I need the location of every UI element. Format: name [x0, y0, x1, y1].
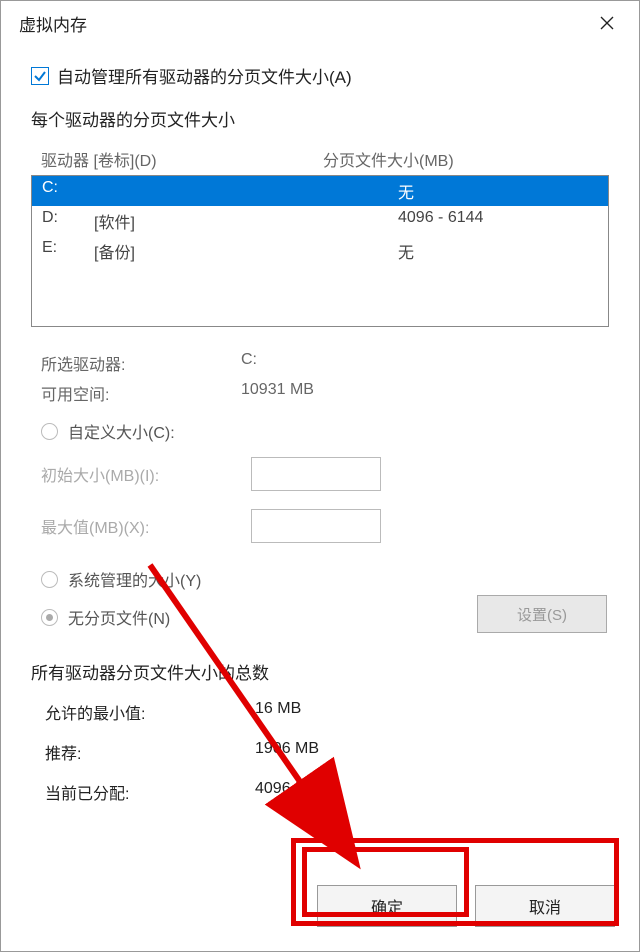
drive-list-header: 驱动器 [卷标](D) 分页文件大小(MB) — [23, 141, 617, 175]
radio-icon — [41, 423, 58, 440]
free-space-row: 可用空间: 10931 MB — [41, 381, 617, 405]
titlebar: 虚拟内存 — [1, 1, 639, 45]
currently-allocated-row: 当前已分配: 4096 MB — [45, 780, 617, 804]
dialog-footer: 确定 取消 — [1, 861, 639, 951]
max-size-input[interactable] — [251, 509, 381, 543]
system-managed-radio[interactable]: 系统管理的大小(Y) — [41, 567, 617, 591]
initial-size-input[interactable] — [251, 457, 381, 491]
radio-icon — [41, 609, 58, 626]
virtual-memory-dialog: 虚拟内存 自动管理所有驱动器的分页文件大小(A) 每个驱动器的分页文件大小 驱动… — [0, 0, 640, 952]
radio-icon — [41, 571, 58, 588]
drive-row-d[interactable]: D: [软件] 4096 - 6144 — [32, 206, 608, 236]
ok-button[interactable]: 确定 — [317, 885, 457, 927]
drive-row-c[interactable]: C: 无 — [32, 176, 608, 206]
totals-title: 所有驱动器分页文件大小的总数 — [31, 659, 617, 684]
auto-manage-checkbox[interactable]: 自动管理所有驱动器的分页文件大小(A) — [31, 63, 617, 88]
recommended-row: 推荐: 1906 MB — [45, 740, 617, 764]
cancel-button[interactable]: 取消 — [475, 885, 615, 927]
header-drive: 驱动器 [卷标](D) — [41, 147, 323, 171]
window-title: 虚拟内存 — [19, 11, 87, 36]
close-button[interactable] — [587, 7, 627, 39]
max-size-row: 最大值(MB)(X): — [41, 509, 617, 543]
min-allowed-row: 允许的最小值: 16 MB — [45, 700, 617, 724]
header-page: 分页文件大小(MB) — [323, 147, 605, 171]
close-icon — [600, 16, 614, 30]
auto-manage-label: 自动管理所有驱动器的分页文件大小(A) — [57, 63, 352, 88]
content-area: 自动管理所有驱动器的分页文件大小(A) 每个驱动器的分页文件大小 驱动器 [卷标… — [1, 45, 639, 861]
drive-row-e[interactable]: E: [备份] 无 — [32, 236, 608, 266]
drive-section-title: 每个驱动器的分页文件大小 — [31, 106, 617, 131]
checkbox-icon — [31, 67, 49, 85]
initial-size-row: 初始大小(MB)(I): — [41, 457, 617, 491]
set-button[interactable]: 设置(S) — [477, 595, 607, 633]
selected-drive-row: 所选驱动器: C: — [41, 351, 617, 375]
custom-size-radio[interactable]: 自定义大小(C): — [41, 419, 617, 443]
drive-list[interactable]: C: 无 D: [软件] 4096 - 6144 E: [备份] 无 — [31, 175, 609, 327]
